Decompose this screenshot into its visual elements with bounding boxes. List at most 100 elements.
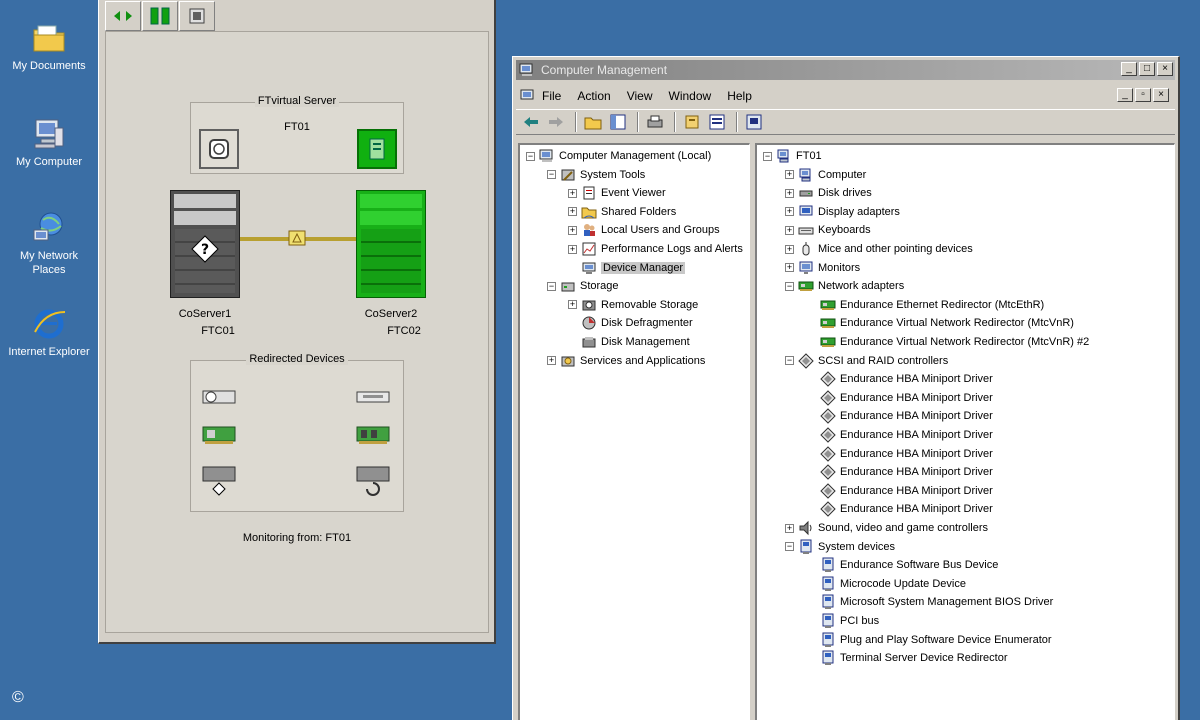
mdi-system-icon[interactable] (520, 88, 536, 104)
tree-item[interactable]: − Computer Management (Local) (526, 147, 711, 165)
tree-item[interactable]: + Performance Logs and Alerts (568, 240, 743, 258)
menu-file[interactable]: File (542, 89, 561, 103)
coserver1-rack[interactable]: ? (170, 190, 240, 298)
disk-device-icon[interactable] (201, 463, 237, 499)
tree-expander[interactable]: + (568, 225, 577, 235)
virtual-server-active-indicator[interactable] (357, 129, 397, 169)
tree-expander[interactable]: + (785, 225, 794, 235)
tree-item[interactable]: Plug and Play Software Device Enumerator (807, 631, 1052, 649)
desktop-icon-my-computer[interactable]: My Computer (4, 116, 94, 169)
tree-expander[interactable]: + (547, 356, 556, 366)
desktop-icon-my-network-places[interactable]: My Network Places (4, 210, 94, 277)
tree-expander[interactable]: + (568, 244, 577, 254)
title-bar[interactable]: Computer Management _ □ × (516, 60, 1175, 80)
menu-window[interactable]: Window (669, 89, 712, 103)
tree-item[interactable]: Endurance HBA Miniport Driver (807, 407, 993, 425)
minimize-button[interactable]: _ (1121, 62, 1137, 76)
tree-item[interactable]: Endurance HBA Miniport Driver (807, 426, 993, 444)
tree-item[interactable]: Endurance Ethernet Redirector (MtcEthR) (807, 296, 1044, 314)
maximize-button[interactable]: □ (1139, 62, 1155, 76)
tree-item[interactable]: + Local Users and Groups (568, 221, 720, 239)
tree-item[interactable]: Disk Defragmenter (568, 314, 693, 332)
tree-item[interactable]: − SCSI and RAID controllers (785, 352, 948, 370)
tree-expander[interactable]: − (526, 151, 535, 161)
virtual-server-status-button[interactable] (199, 129, 239, 169)
up-level-button[interactable] (582, 112, 604, 132)
tree-item[interactable]: + Removable Storage (568, 296, 698, 314)
warning-link-icon[interactable] (288, 230, 306, 246)
tree-expander[interactable]: − (547, 281, 556, 291)
tree-item[interactable]: − FT01 (763, 147, 822, 165)
tree-item[interactable]: + Sound, video and game controllers (785, 519, 988, 537)
tree-item[interactable]: Microsoft System Management BIOS Driver (807, 593, 1053, 611)
mdi-restore-button[interactable]: ▫ (1135, 88, 1151, 102)
floppy-device-icon[interactable] (355, 387, 391, 407)
tree-item[interactable]: PCI bus (807, 612, 879, 630)
tree-item[interactable]: − Network adapters (785, 277, 904, 295)
tree-item[interactable]: + Disk drives (785, 184, 872, 202)
tree-item[interactable]: − System devices (785, 538, 895, 556)
tree-item[interactable]: + Display adapters (785, 203, 900, 221)
tree-item[interactable]: Endurance Virtual Network Redirector (Mt… (807, 333, 1089, 351)
tree-expander[interactable]: − (785, 281, 794, 291)
ft-servers-button[interactable] (142, 1, 178, 31)
tree-item[interactable]: Terminal Server Device Redirector (807, 649, 1008, 667)
tree-item[interactable]: Device Manager (568, 259, 686, 277)
cdrom-device-icon[interactable] (201, 387, 237, 407)
tree-expander[interactable]: + (785, 263, 794, 273)
tree-item[interactable]: + Event Viewer (568, 184, 666, 202)
tree-item[interactable]: Disk Management (568, 333, 690, 351)
tree-expander[interactable]: + (785, 170, 794, 180)
tree-item[interactable]: − Storage (547, 277, 619, 295)
tree-item[interactable]: Endurance HBA Miniport Driver (807, 482, 993, 500)
tree-item[interactable]: Endurance Virtual Network Redirector (Mt… (807, 314, 1074, 332)
console-tree-pane[interactable]: − Computer Management (Local) − System Tool… (518, 143, 750, 720)
tree-expander[interactable]: + (785, 244, 794, 254)
show-hide-tree-button[interactable] (607, 112, 629, 132)
tree-item[interactable]: Endurance HBA Miniport Driver (807, 370, 993, 388)
tree-expander[interactable]: + (785, 188, 794, 198)
view-button[interactable] (706, 112, 728, 132)
menu-view[interactable]: View (627, 89, 653, 103)
tree-expander[interactable]: + (568, 207, 577, 217)
desktop-icon-internet-explorer[interactable]: Internet Explorer (4, 306, 94, 359)
tree-item[interactable]: Endurance HBA Miniport Driver (807, 463, 993, 481)
network-card-device-icon[interactable] (201, 423, 237, 447)
mdi-close-button[interactable]: × (1153, 88, 1169, 102)
menu-help[interactable]: Help (727, 89, 752, 103)
close-button[interactable]: × (1157, 62, 1173, 76)
ft-config-button[interactable] (179, 1, 215, 31)
coserver2-rack[interactable] (356, 190, 426, 298)
desktop-icon-my-documents[interactable]: My Documents (4, 20, 94, 73)
tree-item[interactable]: + Shared Folders (568, 203, 676, 221)
tree-item[interactable]: Endurance Software Bus Device (807, 556, 998, 574)
ft-connect-button[interactable] (105, 1, 141, 31)
tree-item[interactable]: + Keyboards (785, 221, 871, 239)
tree-item[interactable]: + Monitors (785, 259, 860, 277)
tree-expander[interactable]: − (785, 542, 794, 552)
tree-expander[interactable]: − (547, 170, 556, 180)
forward-button[interactable] (545, 112, 567, 132)
tree-expander[interactable]: − (763, 151, 772, 161)
tree-item[interactable]: + Computer (785, 166, 866, 184)
tree-expander[interactable]: + (785, 523, 794, 533)
tree-item[interactable]: Endurance HBA Miniport Driver (807, 500, 993, 518)
print-button[interactable] (644, 112, 666, 132)
tree-expander[interactable]: − (785, 356, 794, 366)
back-button[interactable] (520, 112, 542, 132)
menu-action[interactable]: Action (577, 89, 610, 103)
scan-hardware-button[interactable] (743, 112, 765, 132)
tree-item[interactable]: − System Tools (547, 166, 645, 184)
tree-item[interactable]: + Mice and other pointing devices (785, 240, 973, 258)
tree-item[interactable]: Microcode Update Device (807, 575, 966, 593)
tree-item[interactable]: + Services and Applications (547, 352, 705, 370)
mdi-minimize-button[interactable]: _ (1117, 88, 1133, 102)
device-tree-pane[interactable]: − FT01 + Computer + Disk drives + Display adapt… (755, 143, 1175, 720)
tree-item[interactable]: Endurance HBA Miniport Driver (807, 445, 993, 463)
tree-item[interactable]: Endurance HBA Miniport Driver (807, 389, 993, 407)
properties-button[interactable] (681, 112, 703, 132)
tree-expander[interactable]: + (785, 207, 794, 217)
keyboard-device-icon[interactable] (355, 463, 391, 499)
scsi-card-device-icon[interactable] (355, 423, 391, 447)
tree-expander[interactable]: + (568, 188, 577, 198)
